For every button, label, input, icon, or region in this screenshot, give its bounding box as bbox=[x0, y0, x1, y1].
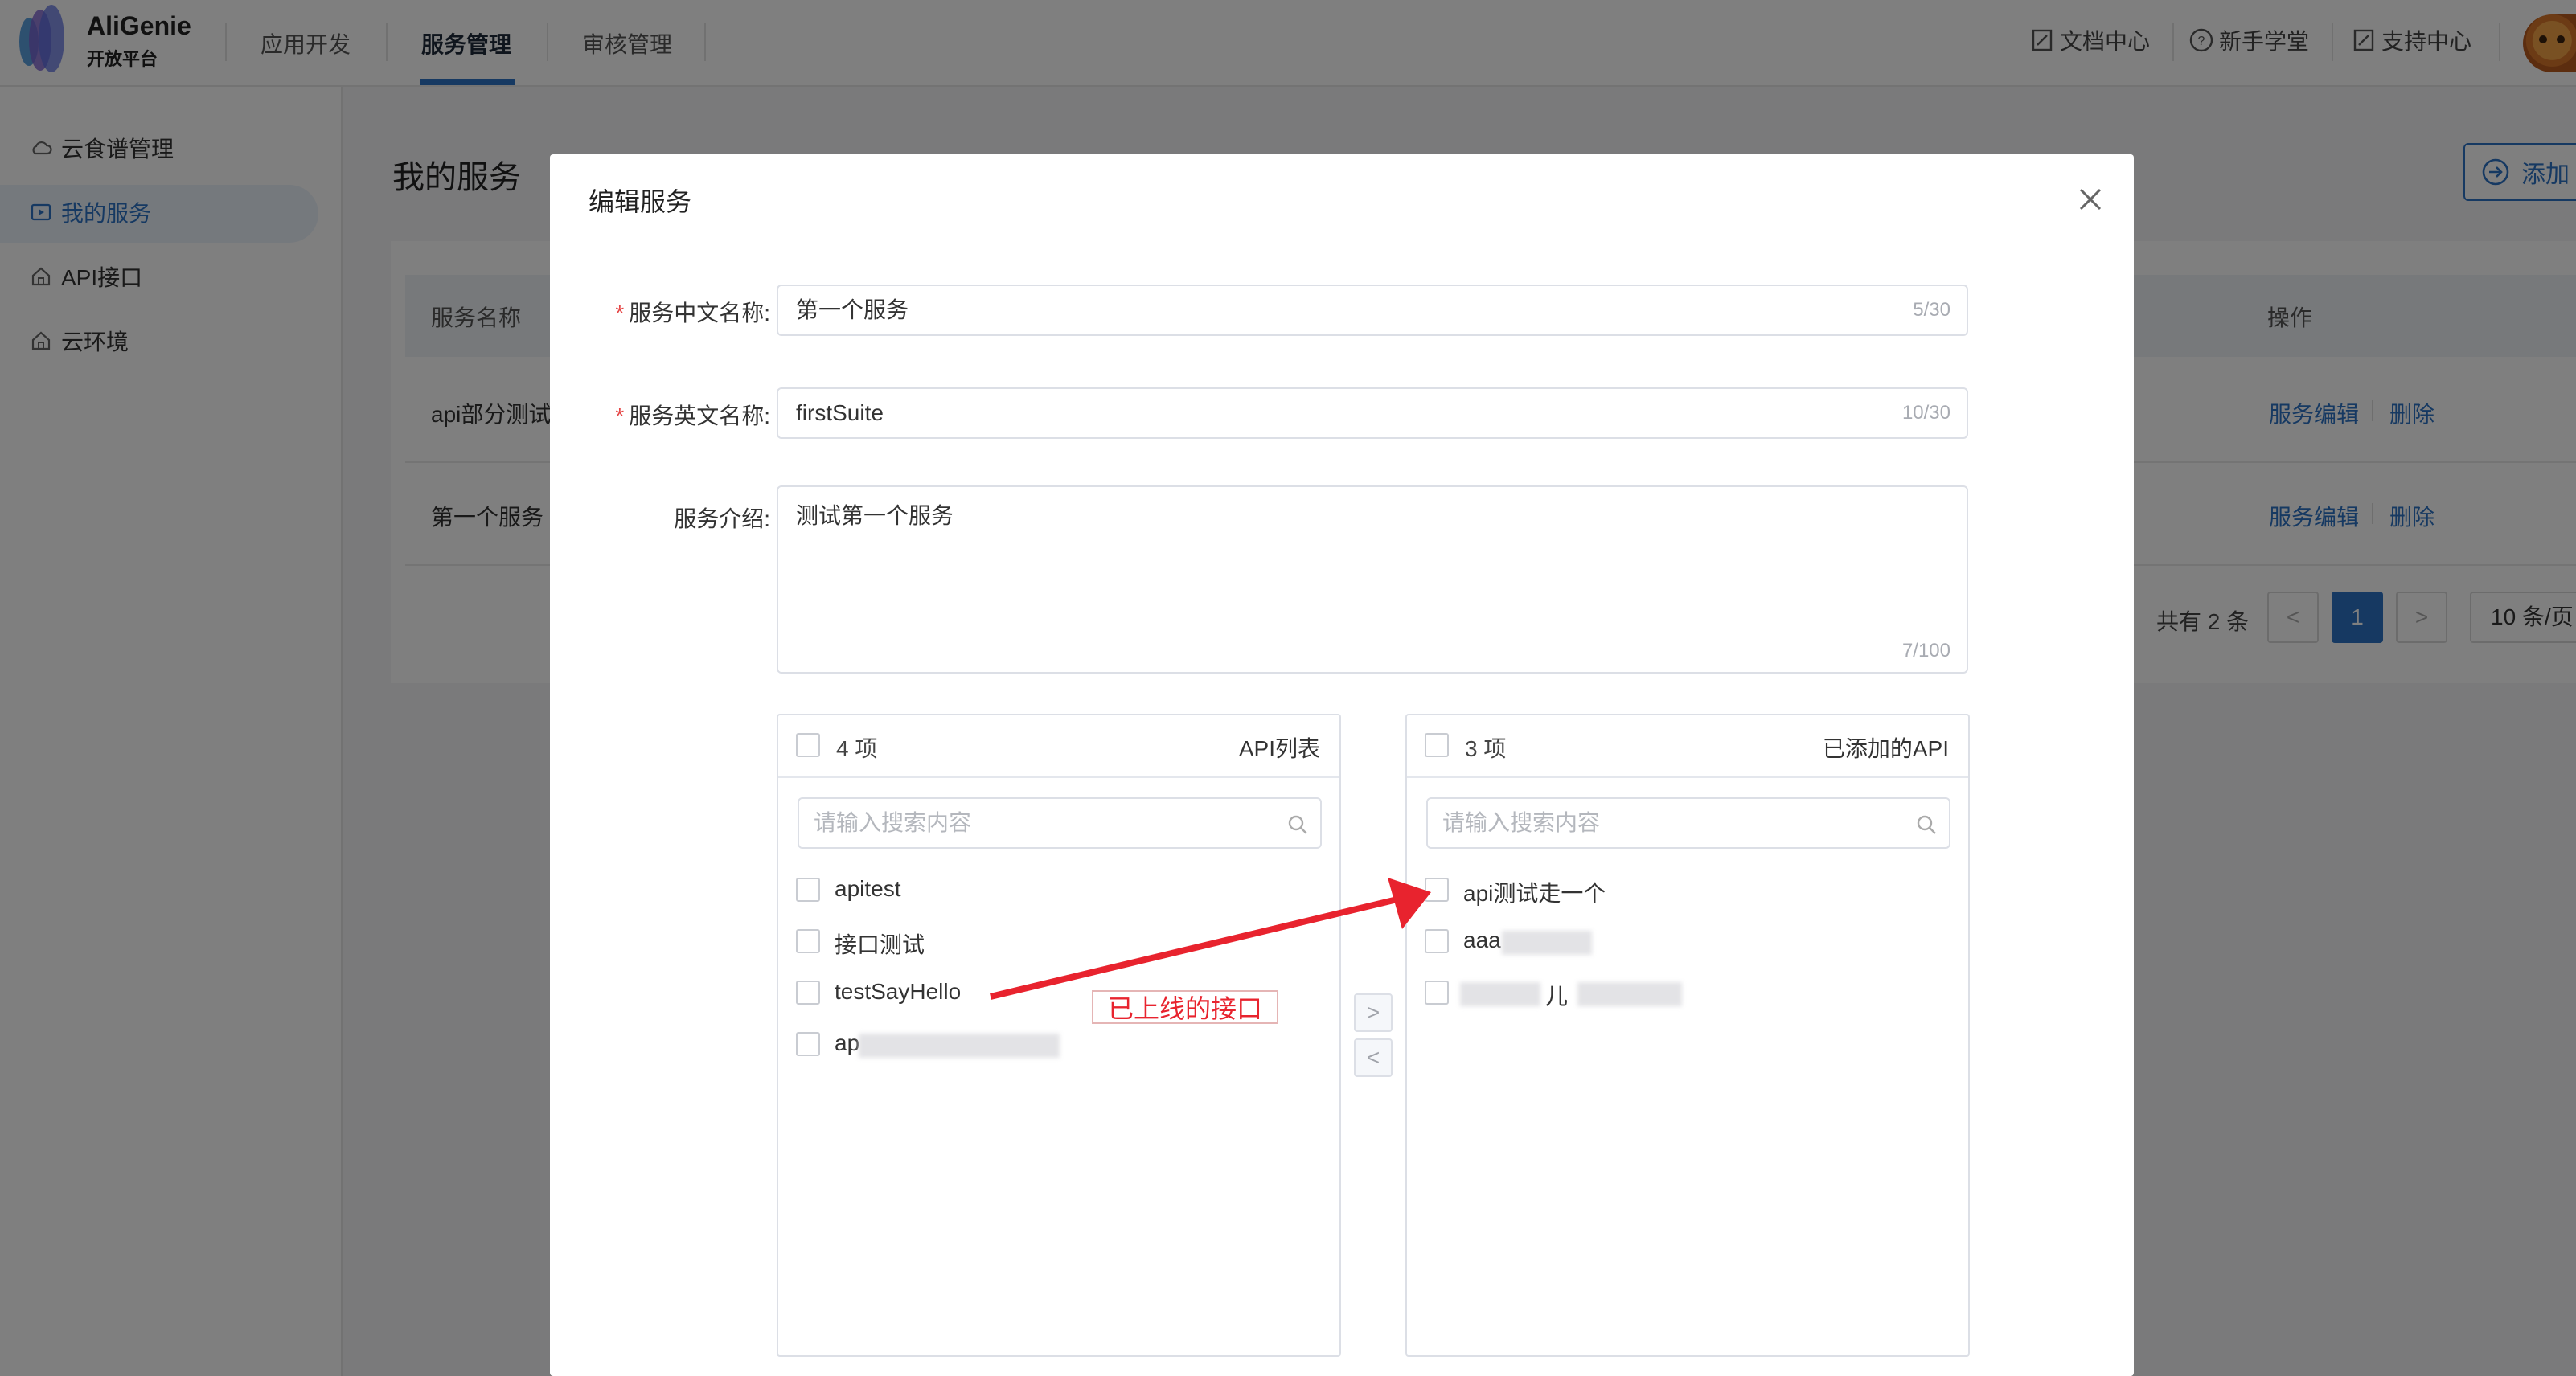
move-left-button[interactable]: < bbox=[1354, 1038, 1393, 1077]
redacted-text bbox=[1577, 982, 1682, 1006]
item-checkbox[interactable] bbox=[796, 878, 820, 902]
item-checkbox[interactable] bbox=[1425, 929, 1449, 953]
redacted-text bbox=[1502, 931, 1592, 955]
added-api-title: 已添加的API bbox=[1822, 736, 1949, 761]
required-mark: * bbox=[615, 403, 625, 428]
annotation-label: 已上线的接口 bbox=[1092, 990, 1278, 1024]
search-icon bbox=[1288, 815, 1307, 834]
api-list-panel: 4 项 API列表 apitest 接口测试 testSayHello ap bbox=[777, 714, 1341, 1357]
api-list-search[interactable] bbox=[798, 797, 1322, 849]
edit-service-dialog: 编辑服务 * 服务中文名称: 第一个服务 5/30 * 服务英文名称: firstS… bbox=[550, 154, 2134, 1376]
item-checkbox[interactable] bbox=[796, 981, 820, 1005]
redacted-text bbox=[1460, 982, 1540, 1006]
list-item[interactable]: 接口测试 bbox=[796, 926, 1311, 958]
item-checkbox[interactable] bbox=[1425, 981, 1449, 1005]
api-list-search-input[interactable] bbox=[814, 810, 1264, 836]
added-api-search[interactable] bbox=[1426, 797, 1950, 849]
item-checkbox[interactable] bbox=[1425, 878, 1449, 902]
api-list-count: 4 项 bbox=[836, 736, 878, 761]
en-name-value: firstSuite bbox=[796, 400, 884, 425]
desc-counter: 7/100 bbox=[1901, 640, 1950, 661]
item-label: 接口测试 bbox=[835, 932, 925, 957]
search-icon bbox=[1917, 815, 1936, 834]
item-label: ap bbox=[835, 1030, 860, 1055]
api-list-title: API列表 bbox=[1238, 736, 1320, 761]
item-label: 儿 bbox=[1545, 984, 1569, 1009]
list-item[interactable]: aaa bbox=[1425, 926, 1939, 958]
cn-name-value: 第一个服务 bbox=[796, 297, 909, 322]
item-label: api测试走一个 bbox=[1463, 881, 1606, 906]
list-item[interactable]: apitest bbox=[796, 874, 1311, 907]
list-item[interactable]: api测试走一个 bbox=[1425, 874, 1939, 907]
redacted-text bbox=[859, 1034, 1060, 1058]
list-item[interactable]: ap bbox=[796, 1029, 1311, 1061]
select-all-checkbox[interactable] bbox=[1425, 733, 1449, 757]
added-api-panel: 3 项 已添加的API api测试走一个 aaa 儿 bbox=[1405, 714, 1970, 1357]
item-checkbox[interactable] bbox=[796, 1032, 820, 1056]
item-label: apitest bbox=[835, 876, 901, 901]
desc-textarea[interactable]: 测试第一个服务 7/100 bbox=[777, 485, 1968, 674]
en-name-input[interactable]: firstSuite 10/30 bbox=[777, 387, 1968, 439]
item-checkbox[interactable] bbox=[796, 929, 820, 953]
dialog-title: 编辑服务 bbox=[589, 187, 692, 216]
cn-name-input[interactable]: 第一个服务 5/30 bbox=[777, 285, 1968, 336]
list-item[interactable]: 儿 bbox=[1425, 977, 1939, 1009]
added-api-search-input[interactable] bbox=[1442, 810, 1893, 836]
added-api-header: 3 项 已添加的API bbox=[1407, 715, 1968, 778]
item-label: testSayHello bbox=[835, 979, 962, 1004]
required-mark: * bbox=[615, 301, 625, 326]
cn-name-counter: 5/30 bbox=[1913, 299, 1950, 321]
en-name-label-text: 服务英文名称: bbox=[629, 403, 770, 428]
en-name-counter: 10/30 bbox=[1901, 402, 1950, 424]
desc-label: 服务介绍: bbox=[674, 506, 770, 531]
added-api-count: 3 项 bbox=[1465, 736, 1507, 761]
item-label: aaa bbox=[1463, 928, 1501, 952]
en-name-label: * 服务英文名称: bbox=[598, 399, 770, 431]
desc-value: 测试第一个服务 bbox=[796, 503, 954, 528]
api-list-header: 4 项 API列表 bbox=[778, 715, 1339, 778]
cn-name-label-text: 服务中文名称: bbox=[629, 301, 770, 326]
close-icon[interactable] bbox=[2074, 183, 2106, 215]
move-right-button[interactable]: > bbox=[1354, 993, 1393, 1032]
select-all-checkbox[interactable] bbox=[796, 733, 820, 757]
cn-name-label: * 服务中文名称: bbox=[598, 296, 770, 328]
